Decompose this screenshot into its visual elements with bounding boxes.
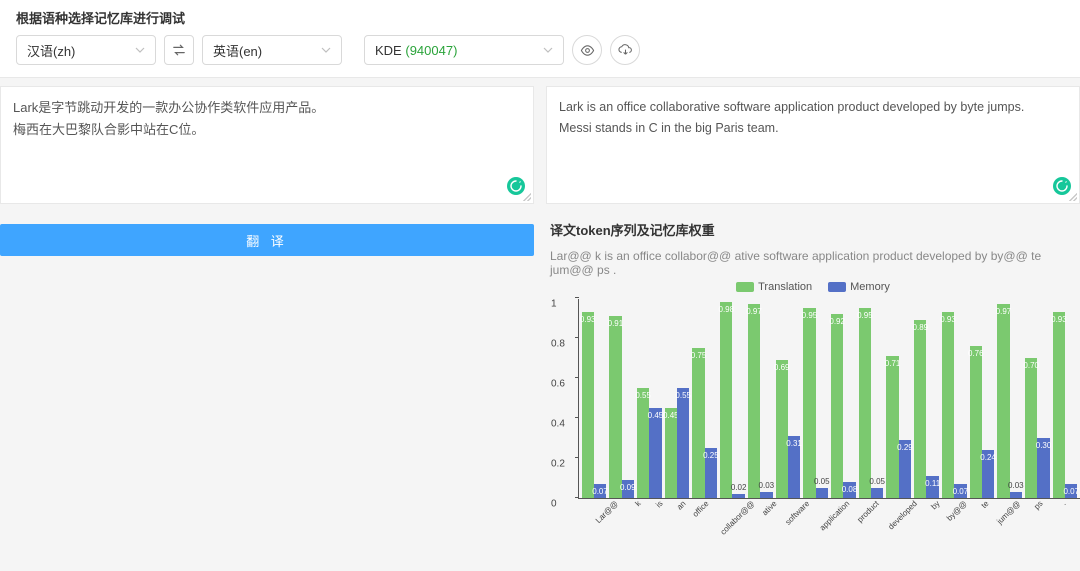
bar-group: 0.950.05 [858,299,884,498]
y-tick-label: 0.4 [551,419,565,430]
plot-area: 0.930.070.910.090.550.450.450.550.750.25… [578,299,1080,499]
bar-group: 0.970.03 [747,299,773,498]
target-text-panel: Lark is an office collaborative software… [546,86,1080,204]
cloud-download-icon [618,43,633,58]
bar-translation: 0.93 [1053,312,1065,498]
y-tick-label: 1 [551,299,557,310]
bar-memory: 0.08 [843,482,855,498]
bar-translation: 0.97 [997,304,1009,498]
bar-translation: 0.76 [970,346,982,498]
bar-translation: 0.98 [720,302,732,498]
bar-translation: 0.91 [609,316,621,498]
bar-memory: 0.07 [594,484,606,498]
source-language-value: 汉语(zh) [27,41,75,60]
x-axis-labels: Lar@@kisanofficecollabor@@ativesoftwarea… [578,499,1080,549]
legend-item-translation[interactable]: Translation [736,281,812,293]
bar-memory: 0.55 [677,388,689,498]
bar-translation: 0.95 [859,308,871,498]
source-language-select[interactable]: 汉语(zh) [16,35,156,65]
bar-memory: 0.07 [954,484,966,498]
bar-memory: 0.11 [926,476,938,498]
bar-memory: 0.25 [705,448,717,498]
memory-db-value: KDE (940047) [375,43,457,58]
bar-memory: 0.31 [788,436,800,498]
y-tick-label: 0.2 [551,459,565,470]
bar-memory: 0.24 [982,450,994,498]
page-title: 根据语种选择记忆库进行调试 [16,8,1064,27]
bar-group: 0.930.07 [581,299,607,498]
controls-row: 汉语(zh) 英语(en) KDE (940047) [16,35,1064,65]
bar-translation: 0.89 [914,320,926,498]
bars-container: 0.930.070.910.090.550.450.450.550.750.25… [579,299,1080,498]
bar-translation: 0.93 [942,312,954,498]
bar-memory: 0.45 [649,408,661,498]
bar-group: 0.700.30 [1025,299,1051,498]
chevron-down-icon [135,43,145,58]
bar-group: 0.690.31 [775,299,801,498]
bar-group: 0.950.05 [803,299,829,498]
y-tick-label: 0 [551,499,557,510]
eye-icon [580,43,595,58]
weights-section-title: 译文token序列及记忆库权重 [550,220,1080,239]
bar-translation: 0.92 [831,314,843,498]
swap-icon [172,43,186,57]
bar-memory: 0.03 [1010,492,1022,498]
token-sequence: Lar@@ k is an office collabor@@ ative so… [550,249,1080,277]
bar-memory: 0.07 [1065,484,1077,498]
bar-group: 0.710.29 [886,299,912,498]
target-column: Lark is an office collaborative software… [540,86,1080,571]
bar-group: 0.890.11 [914,299,940,498]
bar-memory: 0.05 [816,488,828,498]
header: 根据语种选择记忆库进行调试 汉语(zh) 英语(en) KDE (940047) [0,0,1080,78]
bar-memory: 0.09 [622,480,634,498]
bar-memory: 0.29 [899,440,911,498]
bar-translation: 0.97 [748,304,760,498]
bar-translation: 0.71 [886,356,898,498]
bar-group: 0.930.07 [1052,299,1078,498]
chevron-down-icon [543,43,553,58]
download-button[interactable] [610,35,640,65]
target-language-value: 英语(en) [213,41,262,60]
bar-group: 0.930.07 [941,299,967,498]
source-column: 翻 译 [0,86,540,571]
target-language-select[interactable]: 英语(en) [202,35,342,65]
preview-button[interactable] [572,35,602,65]
bar-translation: 0.75 [692,348,704,498]
source-text-input[interactable] [1,87,533,203]
chart-legend: Translation Memory [546,281,1080,293]
swap-languages-button[interactable] [164,35,194,65]
source-text-panel [0,86,534,204]
target-text-output: Lark is an office collaborative software… [547,87,1079,150]
translate-button[interactable]: 翻 译 [0,224,534,256]
legend-swatch-translation [736,282,754,292]
bar-translation: 0.45 [665,408,677,498]
bar-translation: 0.93 [582,312,594,498]
bar-group: 0.980.02 [720,299,746,498]
bar-group: 0.750.25 [692,299,718,498]
legend-swatch-memory [828,282,846,292]
bar-group: 0.450.55 [664,299,690,498]
bar-group: 0.910.09 [609,299,635,498]
legend-item-memory[interactable]: Memory [828,281,890,293]
bar-translation: 0.95 [803,308,815,498]
bar-memory: 0.03 [760,492,772,498]
bar-memory: 0.05 [871,488,883,498]
chevron-down-icon [321,43,331,58]
weights-chart: Translation Memory 0.930.070.910.090.550… [546,281,1080,571]
bar-translation: 0.70 [1025,358,1037,498]
bar-memory: 0.30 [1037,438,1049,498]
bar-group: 0.550.45 [636,299,662,498]
main-content: 翻 译 Lark is an office collaborative soft… [0,78,1080,571]
resize-handle-icon[interactable] [1069,193,1077,201]
resize-handle-icon[interactable] [523,193,531,201]
y-tick-label: 0.6 [551,379,565,390]
bar-group: 0.760.24 [969,299,995,498]
bar-memory: 0.02 [732,494,744,498]
bar-translation: 0.55 [637,388,649,498]
y-tick-label: 0.8 [551,339,565,350]
memory-db-select[interactable]: KDE (940047) [364,35,564,65]
bar-group: 0.970.03 [997,299,1023,498]
bar-group: 0.920.08 [830,299,856,498]
bar-translation: 0.69 [776,360,788,498]
